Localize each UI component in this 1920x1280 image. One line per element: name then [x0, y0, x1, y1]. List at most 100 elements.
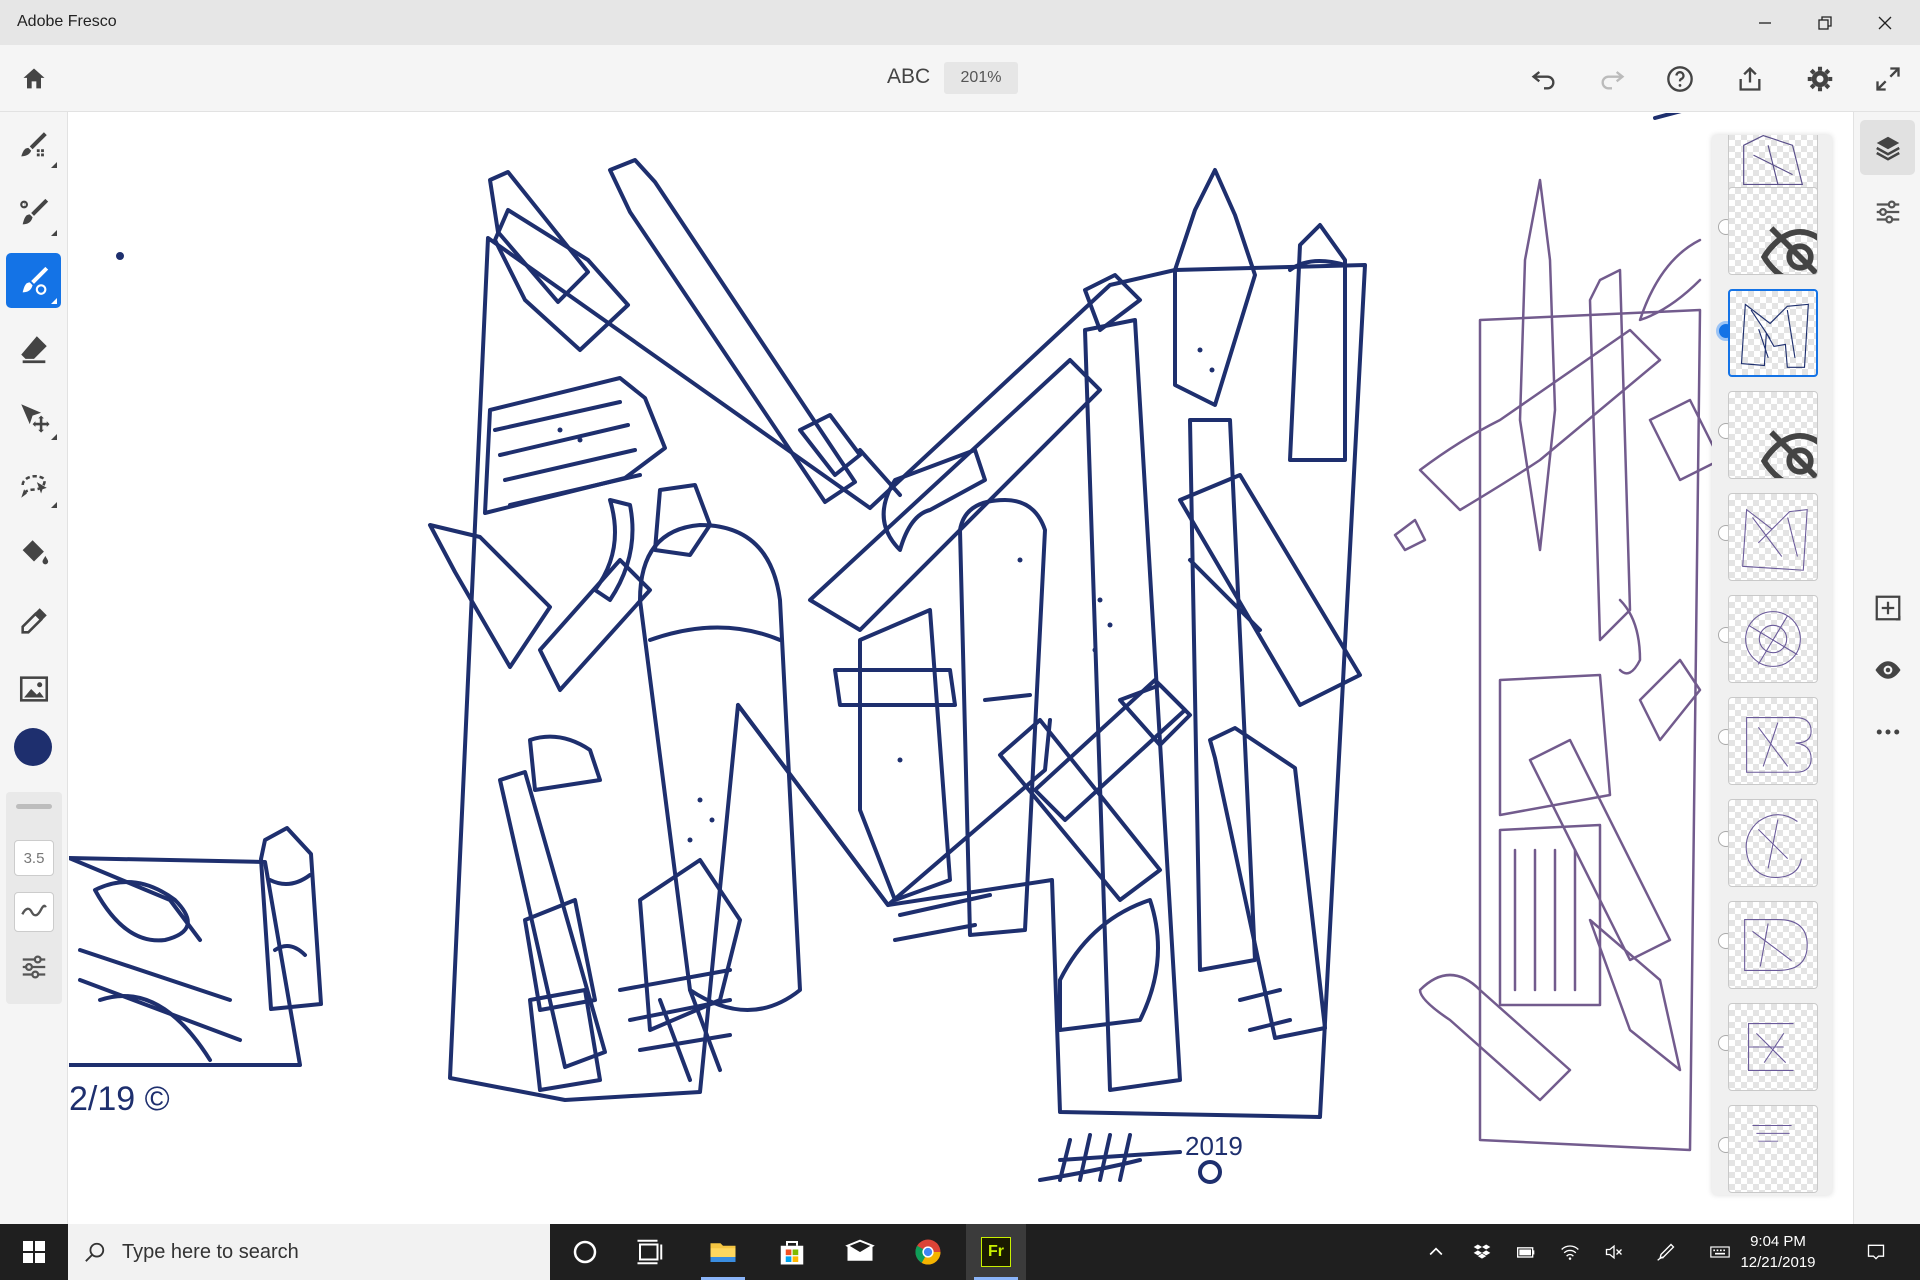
layer-thumbnail[interactable] [1728, 799, 1818, 887]
brush-size-field[interactable]: 3.5 [14, 840, 54, 876]
battery-icon [1517, 1247, 1535, 1258]
volume-muted-icon [1605, 1244, 1622, 1260]
layer-thumbnail-selected[interactable] [1728, 289, 1818, 377]
keyboard-icon [1710, 1246, 1730, 1258]
volume-tray[interactable] [1594, 1224, 1634, 1280]
pixel-brush-tool[interactable] [6, 117, 61, 172]
zoom-level[interactable]: 201% [944, 62, 1018, 94]
settings-icon [1807, 66, 1833, 92]
pen-tray[interactable] [1646, 1224, 1686, 1280]
svg-text:2/19 ©: 2/19 © [69, 1080, 170, 1118]
transform-tool[interactable] [6, 389, 61, 444]
fresco-app-icon: Fr [981, 1237, 1011, 1267]
windows-icon [23, 1241, 45, 1263]
selection-tool[interactable] [6, 457, 61, 512]
settings-button[interactable] [1800, 59, 1840, 99]
layer-visibility-button[interactable] [1860, 642, 1915, 697]
layers-panel [1712, 135, 1832, 1195]
redo-button[interactable] [1592, 59, 1632, 99]
window-title: Adobe Fresco [17, 13, 117, 30]
fresco-label: Fr [988, 1243, 1004, 1260]
share-button[interactable] [1730, 59, 1770, 99]
add-layer-button[interactable] [1860, 580, 1915, 635]
chevron-up-icon [1429, 1247, 1443, 1256]
layer-properties-button[interactable] [1860, 184, 1915, 239]
undo-button[interactable] [1524, 59, 1564, 99]
chrome-button[interactable] [898, 1224, 958, 1280]
clock-time: 9:04 PM [1750, 1233, 1806, 1250]
layer-thumbnail[interactable] [1728, 595, 1818, 683]
layer-thumbnail[interactable] [1728, 1003, 1818, 1091]
eyedropper-icon [20, 607, 47, 634]
show-hidden-icons-button[interactable] [1416, 1224, 1456, 1280]
home-button[interactable] [14, 59, 54, 99]
title-bar: Adobe Fresco [0, 0, 1920, 45]
layer-thumbnail[interactable] [1728, 493, 1818, 581]
fresco-taskbar-button[interactable]: Fr [966, 1224, 1026, 1280]
document-name[interactable]: ABC [887, 65, 930, 89]
home-icon [23, 68, 45, 89]
wifi-icon [1561, 1245, 1579, 1260]
taskbar-clock[interactable]: 9:04 PM 12/21/2019 [1738, 1231, 1818, 1273]
paint-bucket-icon [22, 539, 48, 564]
move-icon [20, 403, 50, 433]
vector-brush-tool[interactable] [6, 253, 61, 308]
tools-panel: 3.5 [0, 112, 68, 1224]
dropbox-tray[interactable] [1462, 1224, 1502, 1280]
keyboard-tray[interactable] [1700, 1224, 1740, 1280]
help-button[interactable] [1660, 59, 1700, 99]
live-brush-icon [19, 198, 48, 224]
task-view-icon [637, 1239, 663, 1265]
layer-properties-icon [1876, 200, 1899, 223]
layer-thumbnail[interactable] [1728, 901, 1818, 989]
mail-icon [845, 1239, 875, 1261]
battery-tray[interactable] [1506, 1224, 1546, 1280]
fullscreen-button[interactable] [1868, 59, 1908, 99]
artwork: 2/19 © 2019 [69, 113, 1722, 1184]
hidden-eye-icon [1760, 226, 1817, 274]
file-explorer-button[interactable] [693, 1224, 753, 1280]
vector-brush-icon [22, 266, 48, 295]
windows-taskbar: Type here to search Fr 9:04 PM 12/21/201… [0, 1224, 1920, 1280]
smoothing-button[interactable] [14, 892, 54, 932]
close-button[interactable] [1850, 0, 1920, 45]
store-button[interactable] [762, 1224, 822, 1280]
signature-year: 2019 [1185, 1131, 1243, 1161]
eyedropper-tool[interactable] [6, 593, 61, 648]
wifi-tray[interactable] [1550, 1224, 1590, 1280]
place-image-tool[interactable] [6, 661, 61, 716]
cortana-button[interactable] [555, 1224, 615, 1280]
task-view-button[interactable] [620, 1224, 680, 1280]
taskbar-search[interactable]: Type here to search [68, 1224, 550, 1280]
live-brush-tool[interactable] [6, 185, 61, 240]
notification-icon [1867, 1244, 1885, 1260]
store-bag-icon [780, 1241, 804, 1265]
layers-icon [1875, 136, 1900, 161]
brush-options-panel: 3.5 [6, 792, 62, 1004]
fill-tool[interactable] [6, 525, 61, 580]
more-options-button[interactable] [1860, 704, 1915, 759]
sliders-icon [22, 955, 46, 979]
eye-icon [1875, 660, 1900, 679]
eraser-tool[interactable] [6, 321, 61, 376]
cortana-icon [573, 1240, 597, 1264]
action-center-button[interactable] [1856, 1224, 1896, 1280]
color-swatch[interactable] [14, 728, 52, 766]
minimize-icon [1759, 21, 1771, 24]
add-layer-icon [1875, 595, 1900, 620]
fullscreen-icon [1876, 67, 1900, 91]
app-toolbar: ABC 201% [0, 45, 1920, 112]
start-button[interactable] [0, 1224, 68, 1280]
eraser-icon [20, 335, 47, 363]
drawing-canvas[interactable]: 2/19 © 2019 [69, 113, 1853, 1224]
brush-settings-button[interactable] [14, 947, 54, 987]
hidden-eye-icon [1760, 430, 1817, 478]
layers-button[interactable] [1860, 120, 1915, 175]
layer-thumbnail[interactable] [1728, 697, 1818, 785]
layer-thumbnail[interactable] [1728, 187, 1818, 275]
mail-button[interactable] [830, 1224, 890, 1280]
layer-thumbnail[interactable] [1728, 391, 1818, 479]
opacity-slider[interactable] [16, 804, 52, 809]
layer-thumbnail[interactable] [1728, 1105, 1818, 1193]
right-rail [1853, 112, 1920, 1224]
